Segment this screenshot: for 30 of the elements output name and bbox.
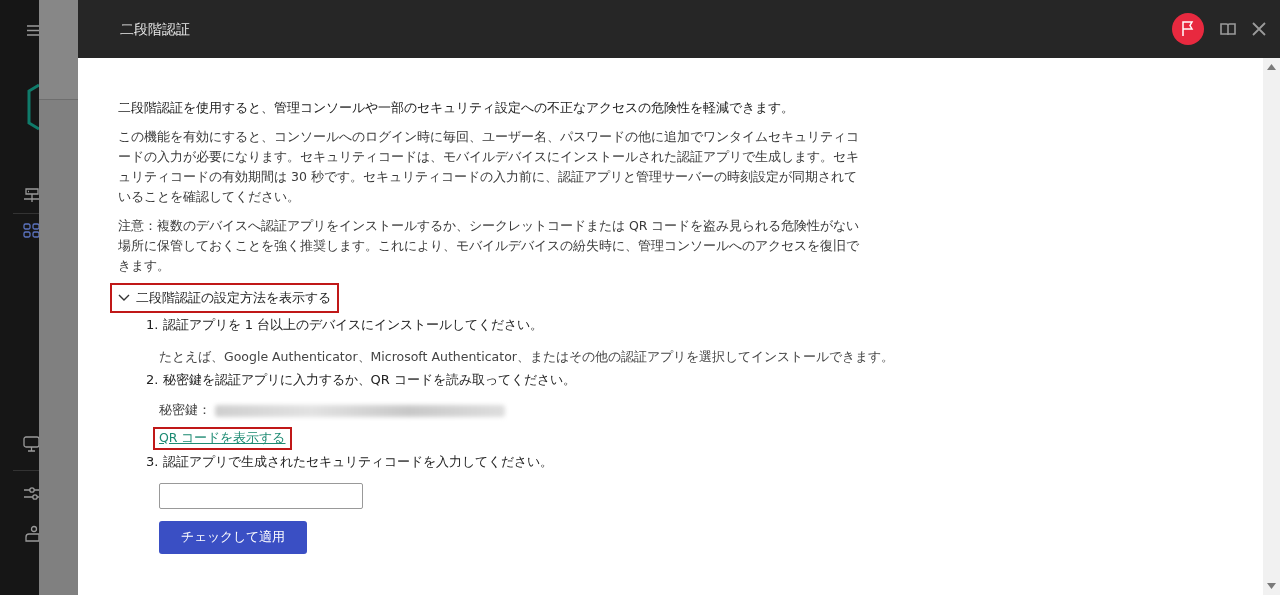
book-button[interactable]: [1220, 22, 1236, 36]
chevron-icon: [118, 293, 130, 302]
book-icon: [1220, 22, 1236, 36]
monitor-icon[interactable]: [23, 436, 39, 454]
flag-icon: [1181, 21, 1195, 37]
user-icon[interactable]: [23, 525, 39, 543]
network-icon[interactable]: [23, 187, 39, 205]
logo-icon: [27, 83, 39, 131]
dialog-title: 二段階認証: [120, 19, 190, 39]
show-qr-link[interactable]: QR コードを表示する: [155, 429, 290, 448]
code-input-field[interactable]: [159, 482, 363, 509]
step-text: 3. 認証アプリで生成されたセキュリティコードを入力してください。: [146, 452, 554, 471]
step-text: 1. 認証アプリを 1 台以上のデバイスにインストールしてください。: [146, 315, 545, 334]
sliders-icon[interactable]: [23, 485, 39, 503]
apply-button[interactable]: チェックして適用: [159, 520, 307, 554]
description-text: この機能を有効にすると、コンソールへのログイン時に毎回、ユーザー名、パスワードの他に追加でワンタイムセキュリティコードの入力が必要になります。セキュリティコードは、モバイルデバイスにインストールされた認証アプリで生成します。セキュリティコードの有効期間は 30 秒です。セキュリティコードの入力前に、認証アプリと管理サーバーの時刻設定が同期されていることを確認してください。: [118, 128, 860, 206]
note-text: たとえば、Google Authenticator、Microsoft Authenticator、またはその他の認証アプリを選択してインストールできます。: [158, 347, 895, 366]
step-text: 2. 秘密鍵を認証アプリに入力するか、QR コードを読み取ってください。: [146, 371, 577, 390]
secret-key-label: 秘密鍵：: [159, 401, 211, 420]
flag-button[interactable]: [1172, 13, 1204, 45]
description-text: 注意：複数のデバイスへ認証アプリをインストールするか、シークレットコードまたは QR コードを盗み見られる危険性がない場所に保管しておくことを強く推奨します。これにより、モバイルデバイスの紛失時に、管理コンソールへのアクセスを復旧できます。: [118, 217, 861, 275]
scroll-up-icon[interactable]: [1267, 64, 1276, 70]
intro-text: 二段階認証を使用すると、管理コンソールや一部のセキュリティ設定への不正なアクセスの危険性を軽減できます。: [118, 99, 795, 117]
scroll-down-icon[interactable]: [1267, 583, 1276, 589]
menu-icon[interactable]: [27, 25, 39, 36]
close-button[interactable]: [1252, 22, 1266, 36]
scrollbar[interactable]: [1263, 58, 1280, 595]
expander-toggle[interactable]: 二段階認証の設定方法を表示する: [112, 285, 337, 311]
apps-icon[interactable]: [23, 222, 39, 240]
close-icon: [1252, 22, 1266, 36]
